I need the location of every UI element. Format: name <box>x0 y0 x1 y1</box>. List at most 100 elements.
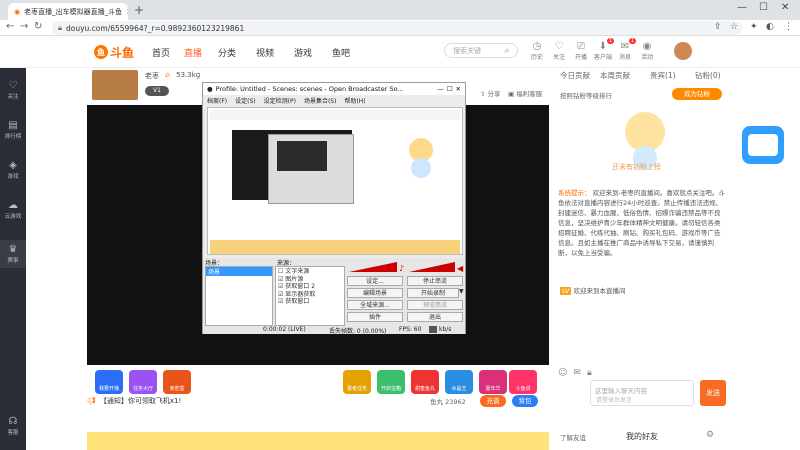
broadcast-button[interactable]: ⎚ 开播 <box>570 41 592 61</box>
obs-exit-button[interactable]: 退出 <box>407 312 463 322</box>
history-button[interactable]: ◷ 历史 <box>526 41 548 61</box>
share-button[interactable]: ⇧ 分享 <box>480 88 501 98</box>
back-icon[interactable]: ← <box>6 21 14 32</box>
sidebar-item-service[interactable]: ☊ 客服 <box>0 416 26 436</box>
minimize-icon[interactable]: — <box>737 2 747 13</box>
reload-icon[interactable]: ↻ <box>34 21 42 32</box>
obs-start-record-button[interactable]: 开始录制 <box>407 288 459 298</box>
gift-label: 嘉年华 <box>485 386 501 392</box>
gift-item[interactable]: 水晶王 <box>445 370 473 394</box>
welfare-button[interactable]: ▣ 福利客服 <box>508 88 542 98</box>
obs-menu-profile[interactable]: 档案(F) <box>207 96 227 106</box>
nav-category[interactable]: 分类 <box>218 46 236 59</box>
become-diamond-button[interactable]: 成为钻粉 <box>672 88 722 100</box>
nav-live[interactable]: 直播 <box>184 46 202 59</box>
obs-source-label: 获取窗口 <box>285 298 310 305</box>
obs-sources-list[interactable]: ☐ 文字来源 ☑ 图片源 ☑ 获取窗口 2 ☑ 显示器获取 ☑ 获取窗口 <box>275 266 345 326</box>
obs-menu-scenes[interactable]: 场景集合(S) <box>304 96 337 106</box>
gift-item[interactable]: 嘉年华 <box>479 370 507 394</box>
obs-menu-settings[interactable]: 设定(S) <box>235 96 256 106</box>
activity-button[interactable]: ◉ 活动 <box>636 41 658 61</box>
client-button[interactable]: ⬇ 客户端 1 <box>592 38 614 61</box>
douyu-logo[interactable]: 鱼 斗鱼 <box>94 42 138 62</box>
obs-source-item[interactable]: ☑ 图片源 <box>278 276 342 284</box>
message-button[interactable]: ✉ 消息 1 <box>614 38 636 61</box>
browser-tab[interactable]: ◉ 老枣直播_出车模拟器直播_斗鱼 × <box>8 3 128 20</box>
lock-icon[interactable]: 🔒︎ <box>587 368 592 378</box>
gift-item[interactable]: 我要开播 <box>95 370 123 394</box>
forward-icon[interactable]: → <box>20 21 28 32</box>
profile-icon[interactable]: ◐ <box>766 22 774 32</box>
settings-gear-icon[interactable]: ⚙ <box>706 430 714 440</box>
promo-banner[interactable] <box>87 432 549 450</box>
gift-label: 甜蜜鱼丸 <box>414 386 435 392</box>
tab-week-contrib[interactable]: 本周贡献 <box>600 70 630 81</box>
obs-stop-stream-button[interactable]: 停止串流 <box>407 276 463 286</box>
sidebar-item-game[interactable]: ◈ 游戏 <box>0 160 26 180</box>
welfare-label: 福利客服 <box>516 90 543 98</box>
gift-item[interactable]: 任务大厅 <box>129 370 157 394</box>
friends-help-link[interactable]: 了解友谊 <box>560 432 586 442</box>
obs-preview-stream-button: 预览串流 <box>407 300 463 310</box>
tab-vip[interactable]: 贵宾(1) <box>650 70 676 81</box>
obs-scenes-list[interactable]: 场景 <box>205 266 273 326</box>
gift-item[interactable]: 甜蜜鱼丸 <box>411 370 439 394</box>
share-icon[interactable]: ⇪ <box>714 22 722 32</box>
preview-gift-strip <box>210 240 460 254</box>
obs-minimize-icon[interactable]: — <box>437 85 444 93</box>
gift-item[interactable]: 亲密盒 <box>163 370 191 394</box>
heart-icon: ♡ <box>8 80 18 91</box>
gift-item[interactable]: 斗鱼说 <box>509 370 537 394</box>
obs-window[interactable]: ● Profile: Untitled - Scenes: scenes - O… <box>202 82 466 335</box>
obs-menu-help[interactable]: 帮助(H) <box>344 96 365 106</box>
obs-maximize-icon[interactable]: ☐ <box>447 85 453 93</box>
sticker-button[interactable] <box>738 114 788 174</box>
obs-volume-meters[interactable]: ♪ ◀ <box>347 260 465 274</box>
url-text: douyu.com/6559964?_r=0.9892360123219861 <box>66 23 245 33</box>
gift-item[interactable]: 勇者任务 <box>343 370 371 394</box>
bookmark-star-icon[interactable]: ☆ <box>730 22 738 32</box>
new-tab-icon[interactable]: + <box>134 3 144 17</box>
search-icon[interactable]: ⌕ <box>498 44 516 57</box>
nav-video[interactable]: 视频 <box>256 46 274 59</box>
obs-source-item[interactable]: ☐ 文字来源 <box>278 268 342 276</box>
obs-plugins-button[interactable]: 插件 <box>347 312 403 322</box>
sidebar-item-follow[interactable]: ♡ 关注 <box>0 80 26 100</box>
gift-label: 水晶王 <box>451 386 467 392</box>
tab-today-contrib[interactable]: 今日贡献 <box>560 70 590 81</box>
menu-dots-icon[interactable]: ⋮ <box>784 22 793 32</box>
gift-icon[interactable]: ✉ <box>573 368 581 378</box>
recharge-button[interactable]: 充值 <box>480 395 506 407</box>
obs-status-time: 0:00:02 (LIVE) <box>263 326 306 333</box>
obs-settings-button[interactable]: 设定... <box>347 276 403 286</box>
sidebar-item-cloudgame[interactable]: ☁ 云游戏 <box>0 200 26 220</box>
send-button[interactable]: 发送 <box>700 380 726 406</box>
obs-record-dropdown-icon[interactable]: ▼ <box>459 288 464 295</box>
follow-button[interactable]: ♡ 关注 <box>548 41 570 61</box>
obs-close-icon[interactable]: ✕ <box>456 85 461 93</box>
obs-edit-scene-button[interactable]: 编辑场景 <box>347 288 403 298</box>
nav-fishbar[interactable]: 鱼吧 <box>332 46 350 59</box>
obs-source-item[interactable]: ☑ 显示器获取 <box>278 291 342 299</box>
close-tab-icon[interactable]: × <box>126 7 128 16</box>
obs-source-item[interactable]: ☑ 获取窗口 <box>278 298 342 306</box>
nav-game[interactable]: 游戏 <box>294 46 312 59</box>
sidebar-item-ranking[interactable]: ▤ 排行榜 <box>0 120 26 140</box>
friends-title[interactable]: 我的好友 <box>626 431 658 442</box>
obs-menu-check[interactable]: 设定检测(P) <box>264 96 296 106</box>
emoji-icon[interactable]: ☺ <box>558 368 567 378</box>
obs-source-item[interactable]: ☑ 获取窗口 2 <box>278 283 342 291</box>
nav-home[interactable]: 首页 <box>152 46 170 59</box>
maximize-icon[interactable]: ☐ <box>759 2 768 13</box>
tab-diamond-fans[interactable]: 钻粉(0) <box>695 70 721 81</box>
extensions-icon[interactable]: ✦ <box>750 22 758 32</box>
close-window-icon[interactable]: ✕ <box>781 2 789 13</box>
sidebar-item-esports[interactable]: ♛ 赛事 <box>0 240 26 268</box>
address-bar[interactable]: 🔒︎ douyu.com/6559964?_r=0.98923601232198… <box>52 21 742 35</box>
obs-global-sources-button[interactable]: 全域来源... <box>347 300 403 310</box>
gift-item[interactable]: 开启宝箱 <box>377 370 405 394</box>
user-avatar[interactable] <box>674 42 692 60</box>
streamer-name[interactable]: 老枣 <box>145 71 159 81</box>
obs-scene-item[interactable]: 场景 <box>206 267 272 276</box>
backpack-button[interactable]: 背包 <box>512 395 538 407</box>
